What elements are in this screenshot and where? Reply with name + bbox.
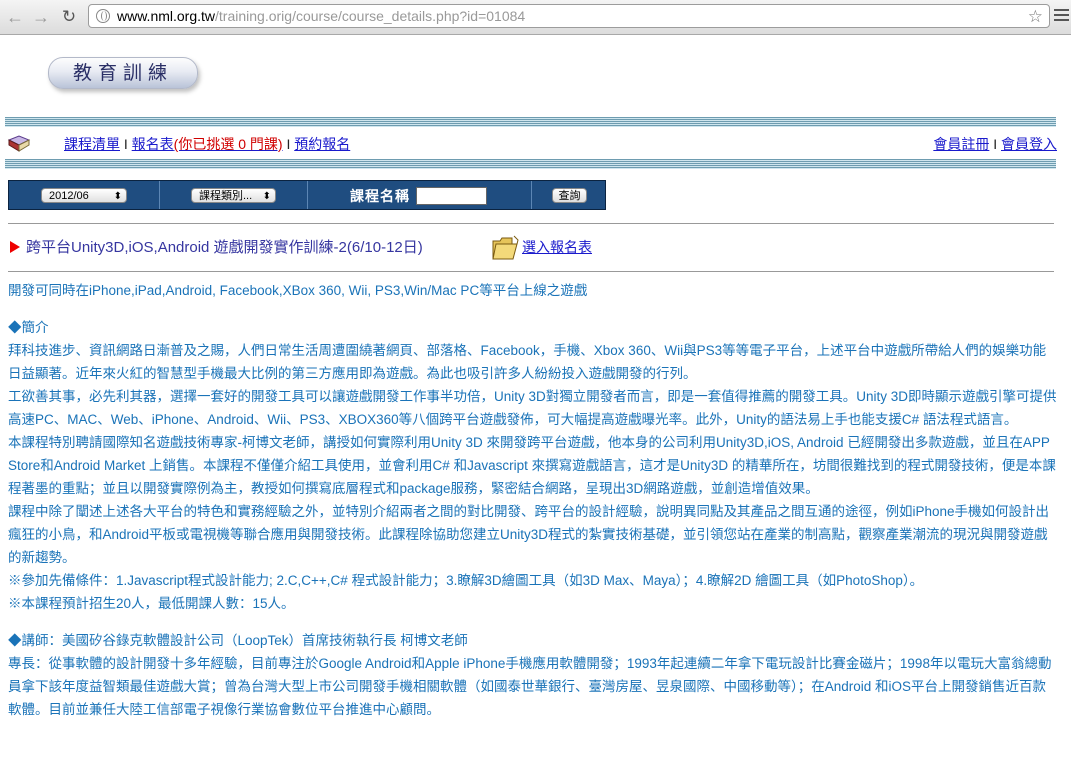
site-logo[interactable]: 教育訓練 (48, 57, 198, 89)
course-nav: 課程清單 I 報名表(你已挑選 0 門課) I 預約報名 (64, 134, 350, 154)
url-text: www.nml.org.tw/training.orig/course/cour… (117, 8, 526, 24)
globe-icon (96, 9, 110, 23)
nav-separator: I (993, 136, 998, 152)
bookmark-star-icon[interactable]: ☆ (1028, 7, 1043, 27)
intro-paragraph: 工欲善其事，必先利其器，選擇一套好的開發工具可以讓遊戲開發工作事半功倍，Unit… (8, 389, 1057, 427)
back-arrow-icon[interactable]: ← (4, 6, 26, 28)
search-cell: 2012/06 (9, 181, 160, 209)
course-name-input[interactable] (416, 187, 487, 205)
folder-icon[interactable] (490, 232, 520, 262)
divider-stripe (5, 159, 1056, 169)
page-content: 教育訓練 課程清單 I 報名表(你已挑選 0 門課) I 預約報名 會員註冊 I… (0, 35, 1071, 776)
search-cell: 課程類別... (159, 181, 308, 209)
prerequisites: ※參加先備條件：1.Javascript程式設計能力; 2.C,C++,C# 程… (8, 573, 924, 588)
intro-paragraph: 課程中除了闡述上述各大平台的特色和實務經驗之外，並特別介紹兩者之間的對比開發、跨… (8, 504, 1050, 565)
course-title-text: 跨平台Unity3D,iOS,Android 遊戲開發實作訓練-2(6/10-1… (26, 239, 423, 256)
divider (8, 223, 1054, 224)
lecturer-bio: 專長：從事軟體的設計開發十多年經驗，目前專注於Google Android和Ap… (8, 656, 1052, 717)
reserve-link[interactable]: 預約報名 (294, 136, 350, 152)
lecturer-heading: ◆講師：美國矽谷錄克軟體設計公司（LoopTek）首席技術執行長 柯博文老師 (8, 633, 468, 648)
course-name-label: 課程名稱 (350, 188, 410, 204)
address-bar[interactable]: www.nml.org.tw/training.orig/course/cour… (88, 4, 1050, 28)
signup-form-link[interactable]: 報名表(你已挑選 0 門課) (132, 136, 283, 152)
nav-separator: I (286, 136, 291, 152)
course-subtitle: 開發可同時在iPhone,iPad,Android, Facebook,XBox… (8, 283, 588, 298)
course-title: 跨平台Unity3D,iOS,Android 遊戲開發實作訓練-2(6/10-1… (10, 236, 423, 257)
member-nav: 會員註冊 I 會員登入 (933, 134, 1057, 154)
intro-paragraph: 拜科技進步、資訊網路日漸普及之賜，人們日常生活周遭圍繞著網頁、部落格、Faceb… (8, 343, 1047, 381)
search-button[interactable]: 查詢 (552, 188, 587, 203)
divider (8, 271, 1054, 272)
intro-paragraph: 本課程特別聘請國際知名遊戲技術專家-柯博文老師，講授如何實際利用Unity 3D… (8, 435, 1056, 496)
search-bar: 2012/06 課程類別... 課程名稱 查詢 (8, 180, 606, 210)
selected-count: (你已挑選 0 門課) (173, 136, 283, 152)
login-link[interactable]: 會員登入 (1001, 136, 1057, 152)
forward-arrow-icon[interactable]: → (30, 6, 52, 28)
category-select[interactable]: 課程類別... (191, 188, 276, 204)
register-link[interactable]: 會員註冊 (933, 136, 989, 152)
signup-form-label: 報名表 (131, 136, 174, 152)
course-description: 開發可同時在iPhone,iPad,Android, Facebook,XBox… (8, 279, 1058, 721)
red-triangle-icon (10, 241, 20, 253)
intro-heading: ◆簡介 (8, 320, 49, 335)
browser-toolbar: ← → ↻ www.nml.org.tw/training.orig/cours… (0, 0, 1071, 35)
course-list-link[interactable]: 課程清單 (64, 136, 120, 152)
date-select[interactable]: 2012/06 (41, 188, 127, 204)
enroll-link[interactable]: 選入報名表 (522, 237, 592, 257)
enrollment-quota: ※本課程預計招生20人，最低開課人數：15人。 (8, 596, 295, 611)
divider-stripe (5, 117, 1056, 127)
reload-icon[interactable]: ↻ (58, 6, 80, 28)
book-icon (7, 135, 31, 152)
menu-icon[interactable] (1054, 6, 1069, 26)
nav-separator: I (123, 136, 128, 152)
